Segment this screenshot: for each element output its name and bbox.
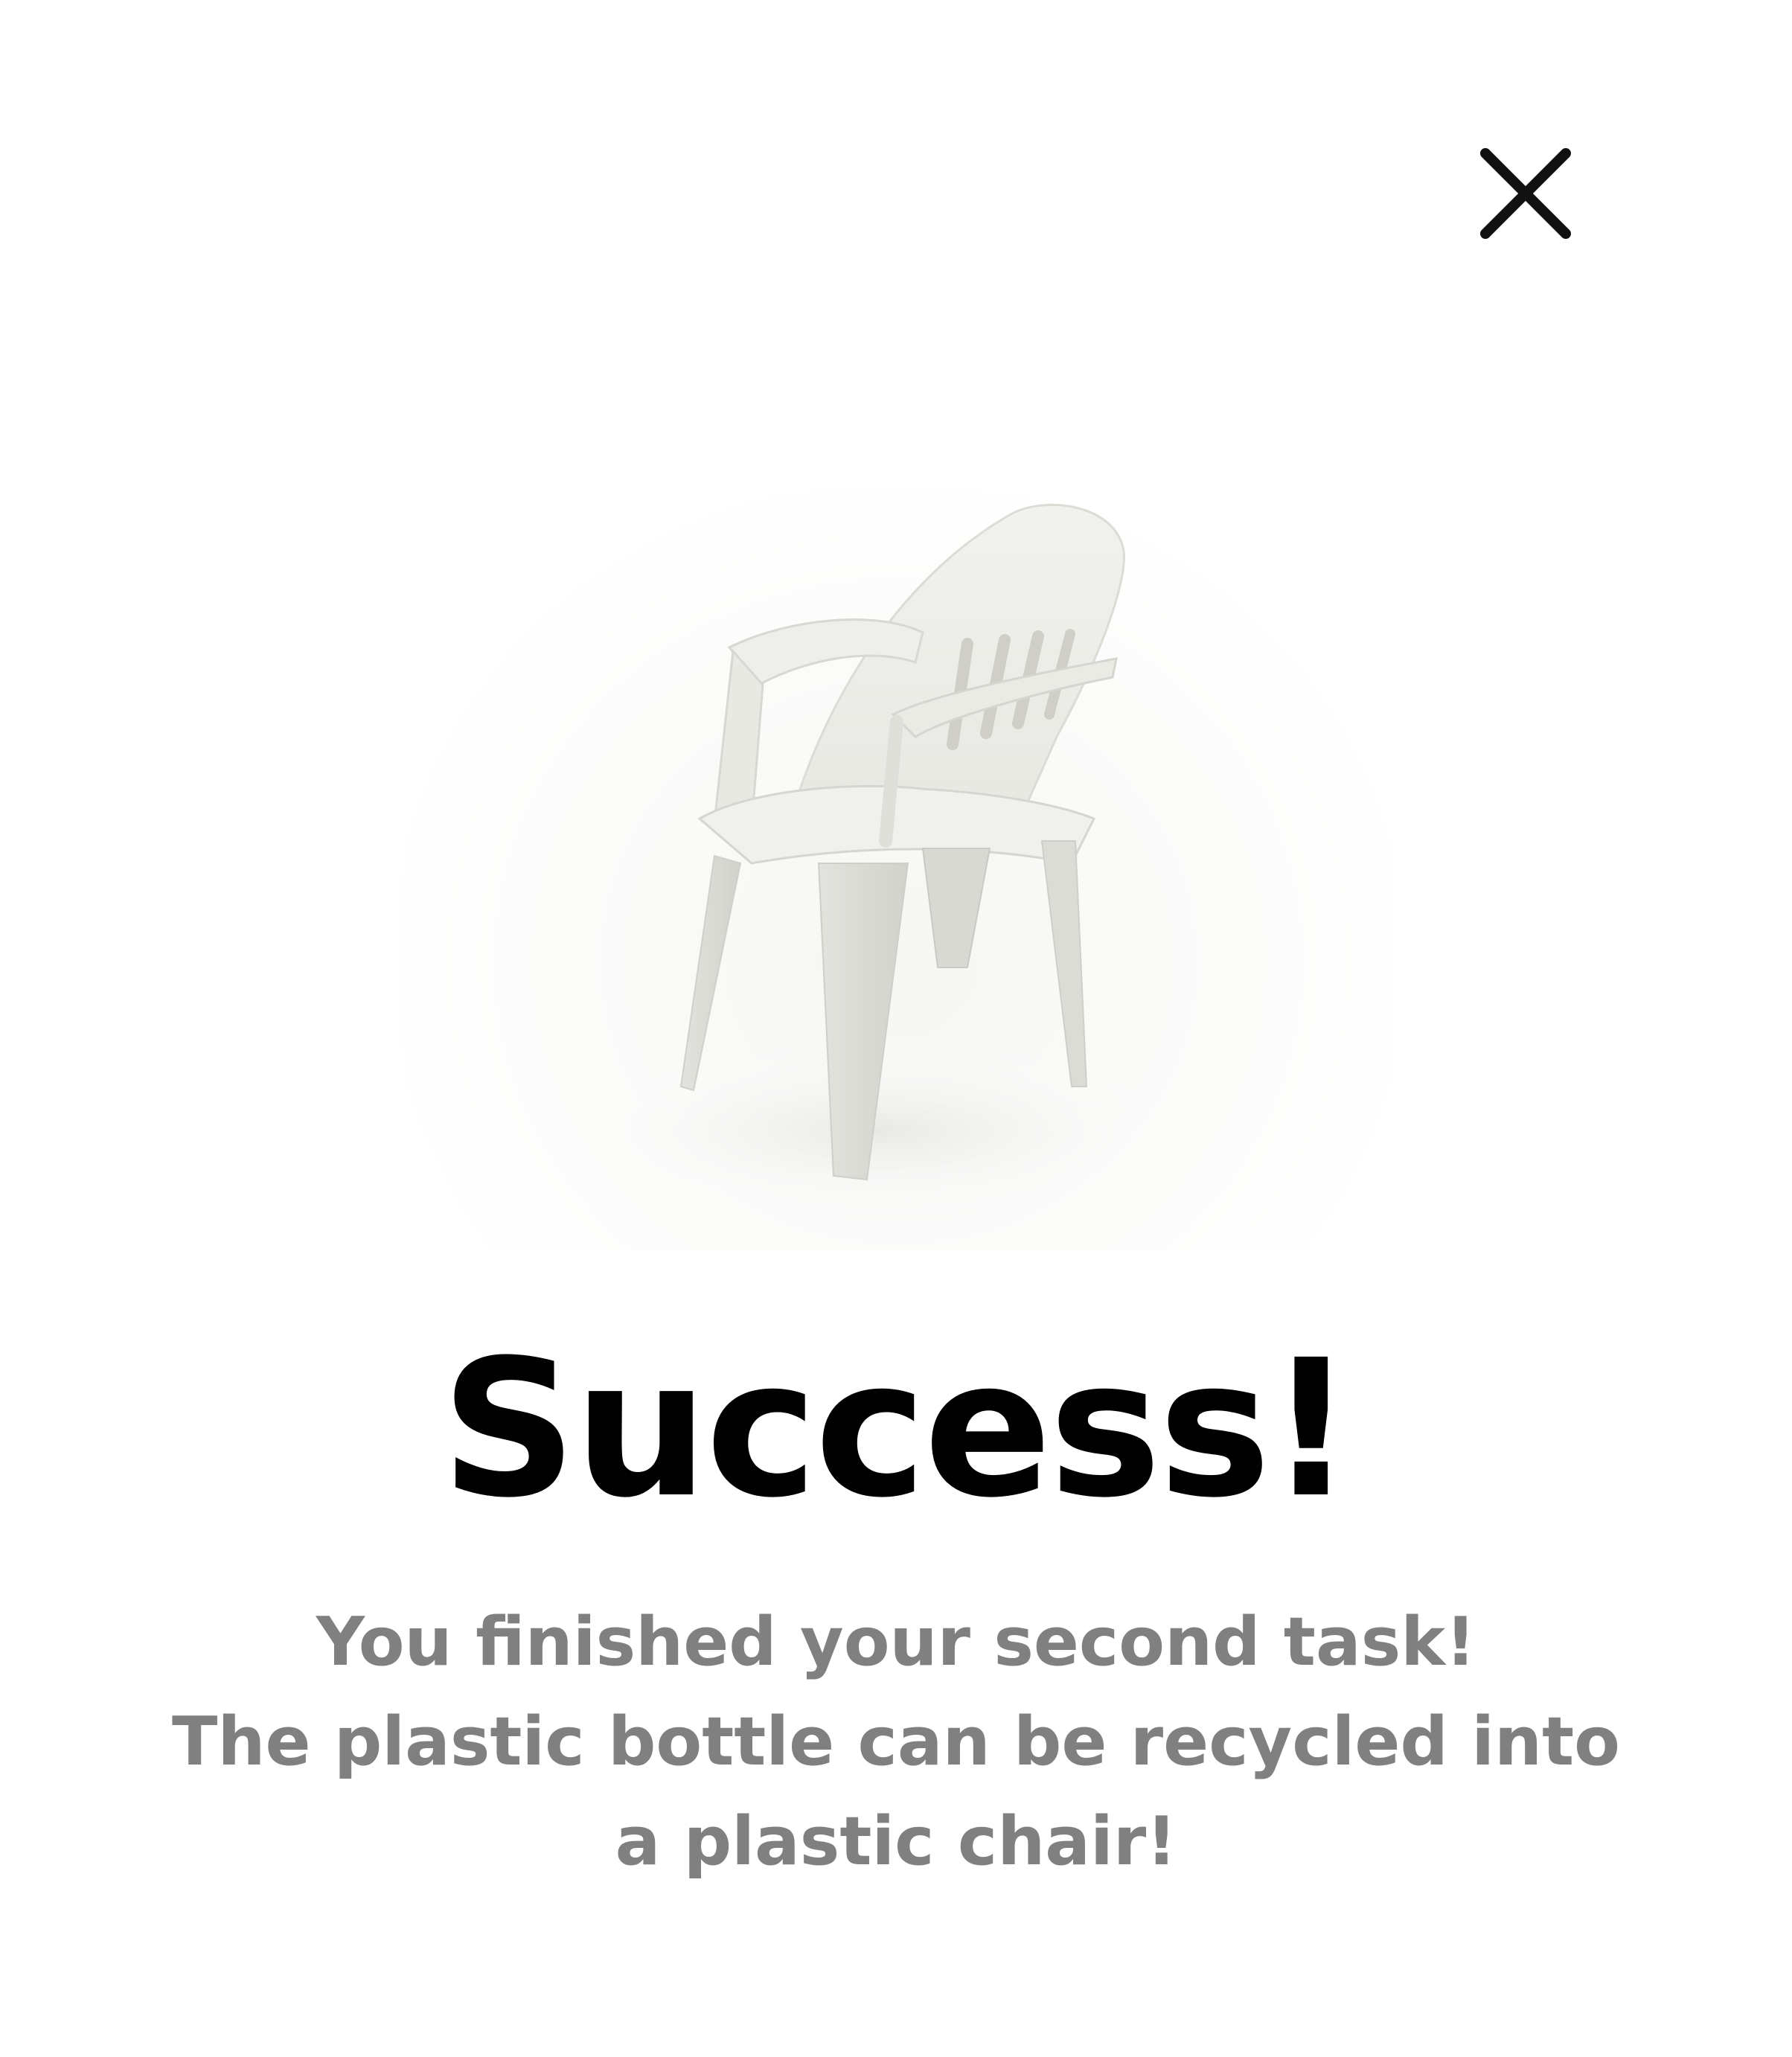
- close-icon: [1480, 148, 1571, 239]
- message-line-2: The plastic bottle can be recycled into …: [172, 1703, 1620, 1881]
- success-dialog: Success! You finished your second task! …: [0, 0, 1792, 2057]
- message-line-1: You finished your second task!: [316, 1603, 1476, 1681]
- success-title: Success!: [441, 1319, 1354, 1539]
- plastic-chair-illustration: [558, 504, 1198, 1221]
- plastic-chair-image: [402, 491, 1395, 1250]
- success-message: You finished your second task! The plast…: [149, 1593, 1643, 1892]
- close-button[interactable]: [1459, 127, 1593, 260]
